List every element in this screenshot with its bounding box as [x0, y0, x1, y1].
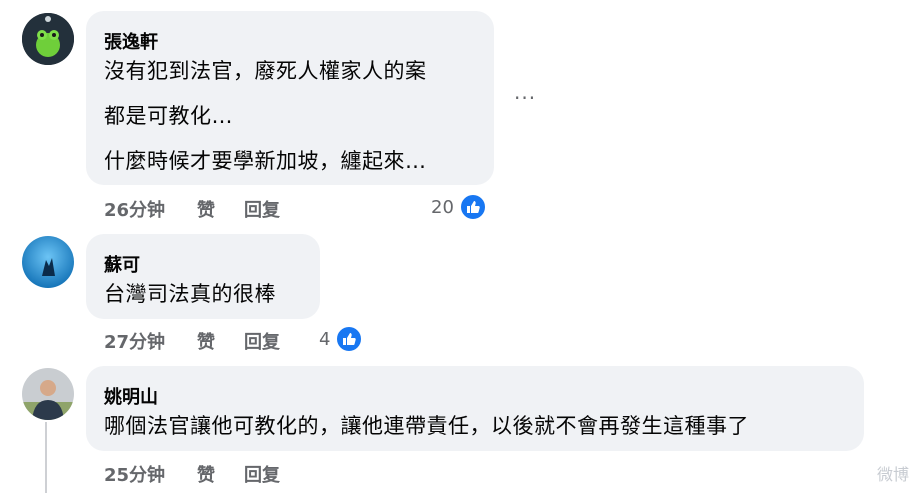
- comment-author[interactable]: 蘇可: [104, 251, 140, 277]
- comment-text-line: 哪個法官讓他可教化的，讓他連帶責任，以後就不會再發生這種事了: [104, 414, 749, 438]
- comment-author[interactable]: 姚明山: [104, 383, 158, 409]
- like-button[interactable]: 赞: [197, 196, 215, 222]
- avatar[interactable]: [22, 13, 74, 65]
- avatar[interactable]: [22, 236, 74, 288]
- reply-button[interactable]: 回复: [244, 196, 280, 222]
- reaction-count[interactable]: 20: [431, 197, 454, 218]
- reply-button[interactable]: 回复: [244, 328, 280, 354]
- like-button[interactable]: 赞: [197, 461, 215, 487]
- like-button[interactable]: 赞: [197, 328, 215, 354]
- thumbs-up-icon[interactable]: [335, 325, 363, 353]
- reply-button[interactable]: 回复: [244, 461, 280, 487]
- avatar[interactable]: [22, 368, 74, 420]
- thread-line: [45, 422, 47, 493]
- comment-time[interactable]: 25分钟: [104, 461, 165, 487]
- comment-text-line: 沒有犯到法官，廢死人權家人的案: [104, 59, 427, 83]
- watermark: 微博: [876, 465, 909, 484]
- frog-avatar-icon: [22, 13, 74, 65]
- comment-text-line: 台灣司法真的很棒: [104, 282, 276, 306]
- comment-text-line: 都是可教化…: [104, 104, 233, 128]
- comment-time[interactable]: 26分钟: [104, 196, 165, 222]
- person-avatar-icon: [22, 368, 74, 420]
- comment-author[interactable]: 張逸軒: [104, 28, 158, 54]
- thumbs-up-icon[interactable]: [459, 193, 487, 221]
- comment-time[interactable]: 27分钟: [104, 328, 165, 354]
- reaction-count[interactable]: 4: [319, 329, 330, 350]
- underwater-avatar-icon: [22, 236, 74, 288]
- comment-text-line: 什麼時候才要學新加坡，纏起來…: [104, 149, 427, 173]
- more-options-icon[interactable]: ···: [514, 86, 536, 110]
